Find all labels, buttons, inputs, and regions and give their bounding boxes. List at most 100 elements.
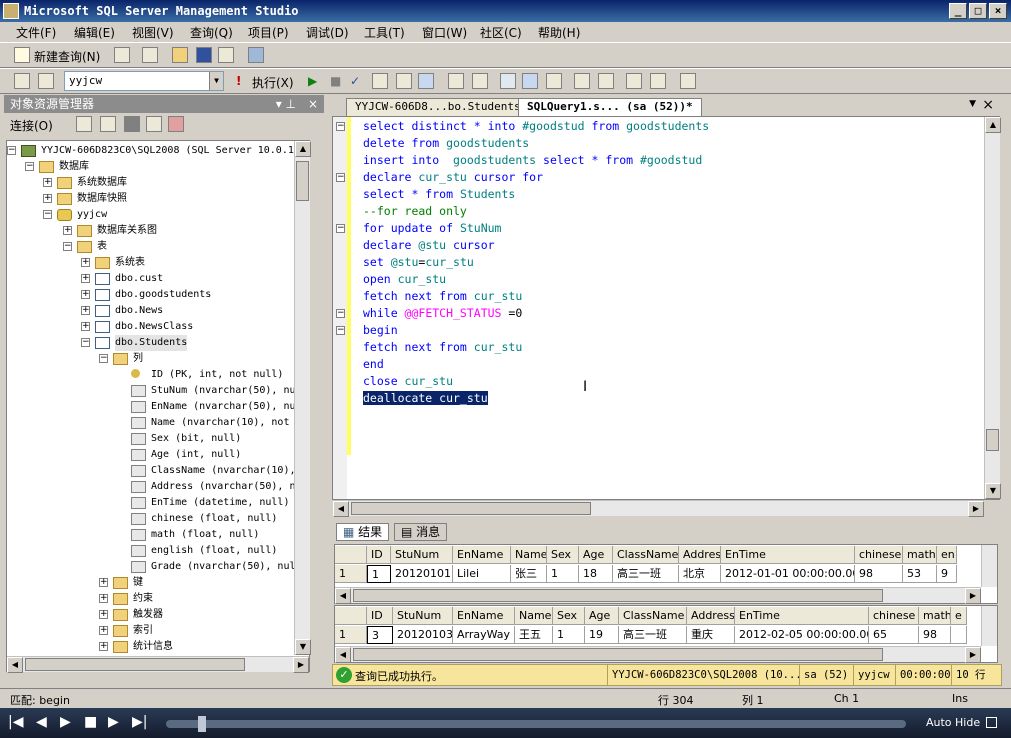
- menu-community[interactable]: 社区(C): [480, 24, 522, 41]
- table-cell[interactable]: 2012-01-01 00:00:00.000: [721, 565, 855, 583]
- stop-icon[interactable]: ■: [84, 714, 97, 730]
- filter-icon[interactable]: [146, 116, 162, 132]
- column-header[interactable]: ClassName: [619, 607, 687, 625]
- expand-icon[interactable]: +: [81, 290, 90, 299]
- grid-horizontal-scrollbar[interactable]: ◀ ▶: [335, 646, 981, 663]
- new-file-icon[interactable]: [114, 47, 130, 63]
- expand-icon[interactable]: +: [63, 226, 72, 235]
- table-cell[interactable]: 北京: [679, 565, 721, 583]
- table-cell[interactable]: 20120101: [391, 565, 453, 583]
- table-cell[interactable]: 1: [335, 626, 367, 644]
- column-header[interactable]: Address: [679, 546, 721, 564]
- expand-icon[interactable]: +: [43, 194, 52, 203]
- table-cell[interactable]: 1: [553, 626, 585, 644]
- column-header[interactable]: Age: [579, 546, 613, 564]
- collapse-icon[interactable]: −: [7, 146, 16, 155]
- menu-query[interactable]: 查询(Q): [190, 24, 233, 41]
- column-header[interactable]: Address: [687, 607, 735, 625]
- menu-view[interactable]: 视图(V): [132, 24, 174, 41]
- tab-sql-query[interactable]: SQLQuery1.s... (sa (52))*: [518, 98, 702, 116]
- grid-horizontal-scrollbar[interactable]: ◀ ▶: [335, 587, 981, 604]
- tab-close-icon[interactable]: ×: [982, 97, 994, 113]
- table-cell[interactable]: 53: [903, 565, 937, 583]
- client-stats-icon[interactable]: [472, 73, 488, 89]
- expand-icon[interactable]: +: [81, 322, 90, 331]
- uncomment-icon[interactable]: [598, 73, 614, 89]
- database-select[interactable]: yyjcw ▼: [64, 71, 224, 91]
- table-cell[interactable]: 65: [869, 626, 919, 644]
- column-header[interactable]: ID: [367, 607, 393, 625]
- column-header[interactable]: [335, 546, 367, 564]
- minimize-button[interactable]: _: [949, 3, 967, 19]
- increase-indent-icon[interactable]: [650, 73, 666, 89]
- decrease-indent-icon[interactable]: [626, 73, 642, 89]
- expand-icon[interactable]: +: [81, 306, 90, 315]
- activity-monitor-icon[interactable]: [248, 47, 264, 63]
- new-query-button[interactable]: 新建查询(N): [34, 48, 100, 65]
- table-cell[interactable]: 高三一班: [613, 565, 679, 583]
- rewind-icon[interactable]: ◀: [36, 714, 47, 730]
- table-cell[interactable]: 18: [579, 565, 613, 583]
- column-header[interactable]: Age: [585, 607, 619, 625]
- connect-dropdown[interactable]: 连接(O): [10, 117, 53, 134]
- table-cell[interactable]: 9: [937, 565, 957, 583]
- expand-icon[interactable]: +: [99, 594, 108, 603]
- scroll-thumb[interactable]: [296, 161, 309, 201]
- scroll-thumb[interactable]: [353, 648, 883, 661]
- query-designer-icon[interactable]: [396, 73, 412, 89]
- collapse-icon[interactable]: −: [336, 224, 345, 233]
- scroll-thumb[interactable]: [353, 589, 883, 602]
- scroll-right-icon[interactable]: ▶: [293, 657, 309, 673]
- collapse-icon[interactable]: −: [336, 122, 345, 131]
- column-header[interactable]: StuNum: [393, 607, 453, 625]
- results-to-text-icon[interactable]: [500, 73, 516, 89]
- column-header[interactable]: EnTime: [721, 546, 855, 564]
- seek-handle[interactable]: [198, 716, 206, 732]
- menu-file[interactable]: 文件(F): [16, 24, 56, 41]
- collapse-icon[interactable]: −: [43, 210, 52, 219]
- column-header[interactable]: chinese: [855, 546, 903, 564]
- scroll-left-icon[interactable]: ◀: [335, 647, 351, 663]
- play-icon[interactable]: ▶: [60, 714, 71, 730]
- editor-horizontal-scrollbar[interactable]: ◀ ▶: [333, 500, 984, 517]
- column-header[interactable]: EnName: [453, 546, 511, 564]
- tab-messages[interactable]: ▤ 消息: [394, 523, 448, 541]
- skip-back-icon[interactable]: |◀: [8, 714, 23, 730]
- connect-icon[interactable]: [14, 73, 30, 89]
- table-cell[interactable]: [951, 626, 967, 644]
- collapse-icon[interactable]: −: [336, 309, 345, 318]
- seek-bar[interactable]: [166, 720, 906, 728]
- tab-students-table[interactable]: YYJCW-606D8...bo.Students: [346, 98, 530, 116]
- table-cell[interactable]: 19: [585, 626, 619, 644]
- forward-icon[interactable]: ▶: [108, 714, 119, 730]
- column-header[interactable]: Sex: [553, 607, 585, 625]
- specify-values-icon[interactable]: [680, 73, 696, 89]
- column-header[interactable]: [335, 607, 367, 625]
- results-grid-1[interactable]: IDStuNumEnNameNameSexAgeClassNameAddress…: [334, 544, 998, 604]
- editor-vertical-scrollbar[interactable]: ▲ ▼: [984, 117, 1001, 499]
- table-cell[interactable]: 1: [367, 565, 391, 583]
- disconnect-icon[interactable]: [100, 116, 116, 132]
- table-cell[interactable]: 王五: [515, 626, 553, 644]
- table-cell[interactable]: 2012-02-05 00:00:00.000: [735, 626, 869, 644]
- column-header[interactable]: en: [937, 546, 957, 564]
- menu-edit[interactable]: 编辑(E): [74, 24, 115, 41]
- menu-window[interactable]: 窗口(W): [422, 24, 467, 41]
- tree-horizontal-scrollbar[interactable]: ◀ ▶: [7, 656, 309, 673]
- close-button[interactable]: ×: [989, 3, 1007, 19]
- print-icon[interactable]: [218, 47, 234, 63]
- scroll-left-icon[interactable]: ◀: [7, 657, 23, 673]
- expand-icon[interactable]: +: [99, 642, 108, 651]
- expand-icon[interactable]: +: [99, 626, 108, 635]
- collapse-icon[interactable]: −: [336, 173, 345, 182]
- column-header[interactable]: Sex: [547, 546, 579, 564]
- expand-icon[interactable]: +: [99, 578, 108, 587]
- scroll-left-icon[interactable]: ◀: [335, 588, 351, 604]
- save-icon[interactable]: [196, 47, 212, 63]
- menu-help[interactable]: 帮助(H): [538, 24, 580, 41]
- table-cell[interactable]: 张三: [511, 565, 547, 583]
- maximize-button[interactable]: □: [969, 3, 987, 19]
- expand-icon[interactable]: +: [81, 274, 90, 283]
- scroll-up-icon[interactable]: ▲: [295, 141, 311, 157]
- change-connection-icon[interactable]: [38, 73, 54, 89]
